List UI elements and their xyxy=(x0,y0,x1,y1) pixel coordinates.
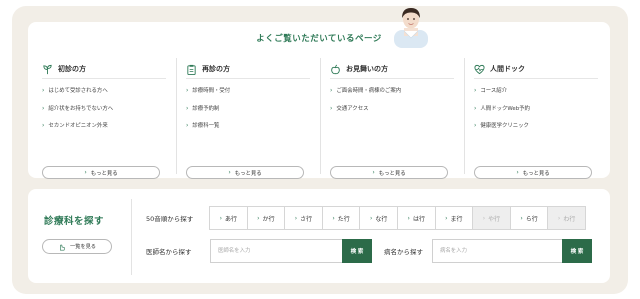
chevron-right-icon: › xyxy=(474,104,477,112)
department-search-title: 診療科を探す xyxy=(44,216,105,227)
doctor-search-button[interactable]: 検 索 xyxy=(342,239,372,263)
department-search-panel: 診療科を探す 一覧を見る 50音順から探す › あ行 › か行 › さ行 › た行 › な… xyxy=(28,189,610,283)
chevron-right-icon: › xyxy=(474,122,477,129)
kana-tabs: › あ行 › か行 › さ行 › た行 › な行 › は行 › ま行 › や行 › ら行 › わ行 xyxy=(209,206,586,230)
chevron-right-icon: › xyxy=(474,87,477,94)
view-list-button[interactable]: 一覧を見る xyxy=(42,239,112,254)
popular-pages-title: よくご覧いただいているページ xyxy=(256,34,382,44)
link-reservation[interactable]: › 診療予約制 xyxy=(186,104,230,122)
link-web-reservation[interactable]: › 人間ドックWeb予約 xyxy=(474,104,530,122)
category-title: お見舞いの方 xyxy=(346,65,388,73)
chevron-right-icon: › xyxy=(520,214,523,222)
link-visiting-hours[interactable]: › ご面会時間・病棟のご案内 xyxy=(330,86,401,104)
illness-search-button[interactable]: 検 索 xyxy=(562,239,592,263)
chevron-right-icon: › xyxy=(482,214,486,222)
more-button[interactable]: › もっと見る xyxy=(474,166,592,179)
category-return-visit: 再診の方 › 診療時間・受付 › 診療予約制 › 診療科一覧 › もっと見る xyxy=(186,56,320,179)
link-departments[interactable]: › 診療科一覧 xyxy=(186,121,230,139)
more-button[interactable]: › もっと見る xyxy=(42,166,160,179)
link-hours[interactable]: › 診療時間・受付 xyxy=(186,86,230,104)
chevron-right-icon: › xyxy=(42,87,45,94)
kana-ka[interactable]: › か行 xyxy=(246,206,286,230)
popular-pages-panel: よくご覧いただいているページ 初診の方 › はじめて受診される方へ › 紹介状をお持… xyxy=(28,22,610,179)
link-health-clinic[interactable]: › 健康医学クリニック xyxy=(474,121,530,139)
chevron-right-icon: › xyxy=(294,214,298,222)
chevron-right-icon: › xyxy=(228,169,231,176)
chevron-right-icon: › xyxy=(219,214,222,222)
link-courses[interactable]: › コース紹介 xyxy=(474,86,530,104)
link-access[interactable]: › 交通アクセス xyxy=(330,104,401,122)
chevron-right-icon: › xyxy=(516,169,519,176)
divider xyxy=(474,78,598,79)
nurse-illustration xyxy=(394,8,428,48)
link-second-opinion[interactable]: › セカンドオピニオン外来 xyxy=(42,121,113,139)
chevron-right-icon: › xyxy=(330,104,333,112)
category-first-visit: 初診の方 › はじめて受診される方へ › 紹介状をお持ちでない方へ › セカンドオピニ… xyxy=(42,56,176,179)
hand-pointer-icon xyxy=(60,244,65,251)
category-title: 人間ドック xyxy=(490,65,525,73)
link-first-visit-guide[interactable]: › はじめて受診される方へ xyxy=(42,86,113,104)
doctor-name-input[interactable] xyxy=(210,239,342,263)
chevron-right-icon: › xyxy=(369,214,373,222)
chevron-right-icon: › xyxy=(42,122,45,129)
more-button[interactable]: › もっと見る xyxy=(186,166,304,179)
kana-ta[interactable]: › た行 xyxy=(321,206,361,230)
kana-ra[interactable]: › ら行 xyxy=(509,206,549,230)
kana-ma[interactable]: › ま行 xyxy=(434,206,474,230)
illness-search-label: 病名から探す xyxy=(384,248,423,256)
category-health-checkup: 人間ドック › コース紹介 › 人間ドックWeb予約 › 健康医学クリニック › もっと… xyxy=(474,56,608,179)
doctor-search-label: 医師名から探す xyxy=(146,248,192,256)
divider xyxy=(330,78,454,79)
divider xyxy=(131,199,132,275)
illness-name-input[interactable] xyxy=(432,239,562,263)
more-button[interactable]: › もっと見る xyxy=(330,166,448,179)
chevron-right-icon: › xyxy=(42,104,45,112)
chevron-right-icon: › xyxy=(330,87,333,94)
category-title: 初診の方 xyxy=(58,65,86,73)
chevron-right-icon: › xyxy=(332,214,335,222)
kana-ya-disabled: › や行 xyxy=(472,206,511,230)
clipboard-icon xyxy=(187,64,196,75)
chevron-right-icon: › xyxy=(445,214,448,222)
chevron-right-icon: › xyxy=(372,169,375,176)
kana-sa[interactable]: › さ行 xyxy=(284,206,323,230)
kana-na[interactable]: › な行 xyxy=(359,206,398,230)
column-divider xyxy=(464,58,465,174)
chevron-right-icon: › xyxy=(186,122,189,129)
link-no-referral[interactable]: › 紹介状をお持ちでない方へ xyxy=(42,104,113,122)
chevron-right-icon: › xyxy=(557,214,561,222)
chevron-right-icon: › xyxy=(257,214,260,222)
kana-wa-disabled: › わ行 xyxy=(547,206,586,230)
sprout-icon xyxy=(43,64,52,74)
kana-ha[interactable]: › は行 xyxy=(396,206,436,230)
chevron-right-icon: › xyxy=(407,214,410,222)
column-divider xyxy=(320,58,321,174)
kana-a[interactable]: › あ行 xyxy=(209,206,248,230)
heart-pulse-icon xyxy=(474,64,485,74)
chevron-right-icon: › xyxy=(186,87,189,94)
category-title: 再診の方 xyxy=(202,65,230,73)
divider xyxy=(186,78,310,79)
chevron-right-icon: › xyxy=(84,169,87,176)
kana-search-label: 50音順から探す xyxy=(146,215,194,223)
category-visitors: お見舞いの方 › ご面会時間・病棟のご案内 › 交通アクセス › もっと見る xyxy=(330,56,464,179)
column-divider xyxy=(176,58,177,174)
divider xyxy=(42,78,166,79)
chevron-right-icon: › xyxy=(186,104,189,112)
apple-icon xyxy=(331,64,340,74)
